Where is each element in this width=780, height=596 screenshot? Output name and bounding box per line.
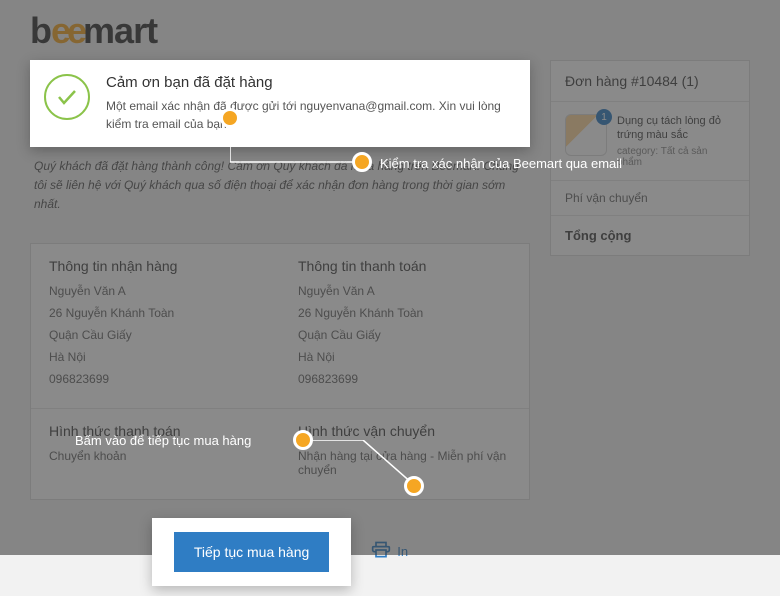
delivery-city: Hà Nội (49, 350, 262, 364)
logo-post: mart (83, 10, 157, 51)
shipping-fee-line: Phí vận chuyển (551, 181, 749, 216)
order-header: Đơn hàng #10484 (1) (551, 61, 749, 102)
shipping-heading: Hình thức vận chuyển (298, 423, 511, 439)
continue-button[interactable]: Tiếp tục mua hàng (174, 532, 329, 572)
item-category: category: Tất cả sản phẩm (617, 146, 735, 168)
thanks-title: Cảm ơn bạn đã đặt hàng (106, 74, 512, 91)
item-name: Dụng cụ tách lòng đỏ trứng màu sắc (617, 114, 735, 143)
billing-name: Nguyễn Văn A (298, 284, 511, 298)
delivery-name: Nguyễn Văn A (49, 284, 262, 298)
billing-district: Quận Cầu Giấy (298, 328, 511, 342)
delivery-phone: 096823699 (49, 372, 262, 386)
delivery-district: Quận Cầu Giấy (49, 328, 262, 342)
annotation-dot-continue-end (404, 476, 424, 496)
thanks-subtitle: Một email xác nhận đã được gửi tới nguye… (106, 97, 512, 133)
info-panel: Thông tin nhận hàng Nguyễn Văn A 26 Nguy… (30, 243, 530, 500)
billing-street: 26 Nguyễn Khánh Toàn (298, 306, 511, 320)
order-total: Tổng cộng (551, 216, 749, 255)
checkmark-icon (44, 74, 90, 120)
logo-pre: b (30, 10, 51, 51)
annotation-dot-continue (293, 430, 313, 450)
callout-email: Kiểm tra xác nhận của Beemart qua email (380, 156, 622, 171)
logo: beemart (30, 10, 750, 52)
print-label: In (397, 544, 408, 559)
print-link[interactable]: In (371, 540, 408, 563)
payment-value: Chuyển khoản (49, 449, 262, 463)
thanks-box: Cảm ơn bạn đã đặt hàng Một email xác nhậ… (30, 60, 530, 147)
shipping-value: Nhận hàng tại cửa hàng - Miễn phí vận ch… (298, 449, 511, 477)
annotation-dot-email-end (352, 152, 372, 172)
billing-heading: Thông tin thanh toán (298, 258, 511, 274)
annotation-dot-email (220, 108, 240, 128)
product-thumb (565, 114, 607, 156)
billing-city: Hà Nội (298, 350, 511, 364)
delivery-street: 26 Nguyễn Khánh Toàn (49, 306, 262, 320)
continue-wrap: Tiếp tục mua hàng (152, 518, 351, 586)
callout-continue: Bấm vào để tiếp tục mua hàng (75, 433, 251, 448)
logo-mid: ee (51, 10, 83, 51)
delivery-heading: Thông tin nhận hàng (49, 258, 262, 274)
billing-phone: 096823699 (298, 372, 511, 386)
printer-icon (371, 540, 391, 563)
